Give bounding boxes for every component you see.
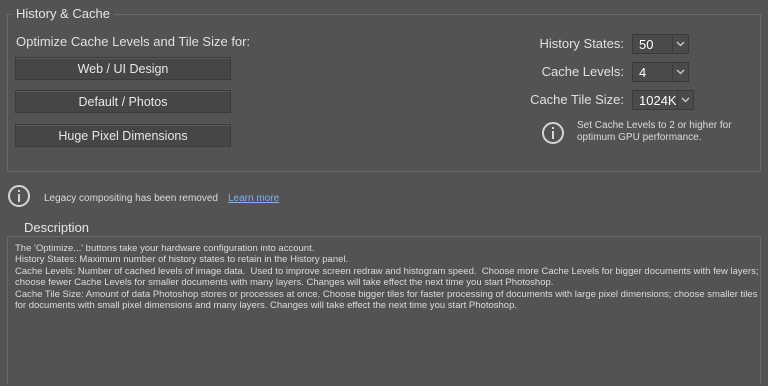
history-states-select[interactable]: 50	[632, 34, 689, 54]
cache-tile-size-value: 1024K	[639, 92, 677, 108]
description-line: Cache Levels: Number of cached levels of…	[15, 265, 762, 289]
description-line: The 'Optimize...' buttons take your hard…	[15, 243, 315, 254]
learn-more-link[interactable]: Learn more	[228, 193, 279, 204]
preferences-panel: History & Cache Optimize Cache Levels an…	[0, 0, 768, 386]
cache-levels-select[interactable]: 4	[632, 62, 689, 82]
description-line: History States: Maximum number of histor…	[15, 254, 349, 266]
description-line: Cache Tile Size: Amount of data Photosho…	[15, 288, 761, 312]
chevron-down-icon	[672, 35, 688, 53]
info-icon	[8, 185, 30, 207]
cache-tile-size-label: Cache Tile Size:	[530, 92, 624, 107]
history-states-value: 50	[639, 36, 654, 52]
history-cache-title: History & Cache	[12, 6, 114, 22]
description-text: The 'Optimize...' buttons take your hard…	[15, 243, 759, 311]
gpu-note: Set Cache Levels to 2 or higher for opti…	[577, 120, 732, 143]
default-photos-button[interactable]: Default / Photos	[15, 90, 231, 113]
huge-pixel-dimensions-button[interactable]: Huge Pixel Dimensions	[15, 124, 231, 147]
chevron-down-icon	[677, 91, 693, 109]
legacy-compositing-text: Legacy compositing has been removed	[44, 193, 218, 204]
cache-tile-size-select[interactable]: 1024K	[632, 90, 694, 110]
optimize-label: Optimize Cache Levels and Tile Size for:	[16, 34, 251, 49]
history-states-label: History States:	[539, 36, 624, 51]
cache-levels-label: Cache Levels:	[541, 64, 624, 79]
description-title: Description	[20, 220, 94, 236]
cache-levels-value: 4	[639, 64, 647, 80]
info-icon	[542, 122, 564, 144]
web-ui-design-button[interactable]: Web / UI Design	[15, 57, 231, 80]
chevron-down-icon	[672, 63, 688, 81]
